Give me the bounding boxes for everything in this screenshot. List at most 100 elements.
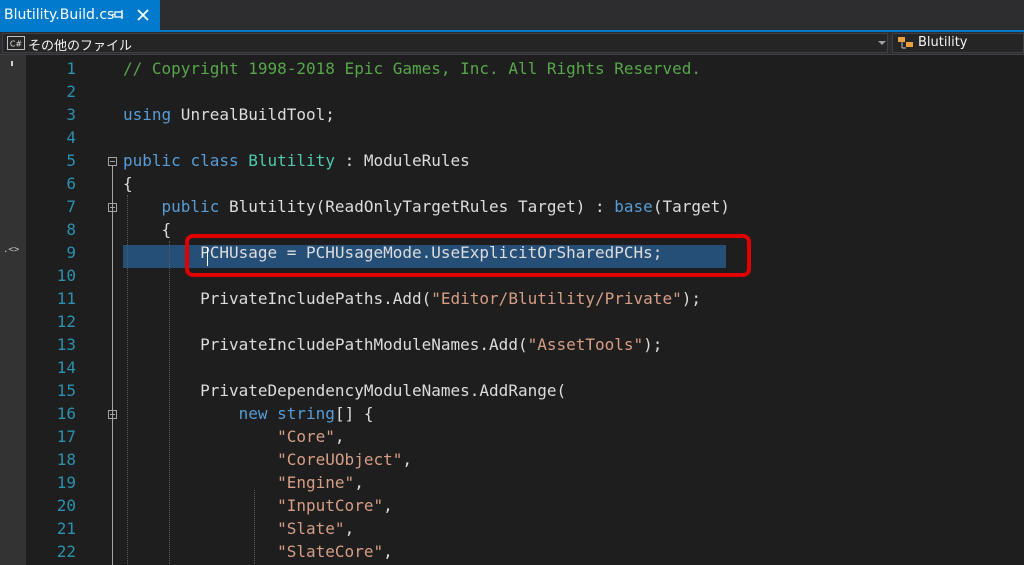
margin-mark xyxy=(11,61,13,66)
svg-text:C#: C# xyxy=(10,40,23,49)
collapse-icon[interactable] xyxy=(108,203,117,212)
project-name: その他のファイル xyxy=(28,39,133,54)
code-token: Blutility xyxy=(248,151,335,170)
line-number: 8 xyxy=(66,220,76,239)
code-token: PrivateDependencyModuleNames.AddRange( xyxy=(123,381,567,400)
code-line[interactable]: using UnrealBuildTool; xyxy=(123,103,335,126)
code-editor[interactable]: .<> 1 2 3 4 5 6 7 8 9 10 11 12 13 14 15 16 17 18 19 20 21 22 … xyxy=(0,55,1024,565)
outlining-margin xyxy=(104,55,124,565)
code-token: "InputCore" xyxy=(277,496,384,515)
fold-guide-line xyxy=(112,165,113,565)
line-number: 9 xyxy=(66,243,76,262)
collapse-icon[interactable] xyxy=(108,157,117,166)
code-token: { xyxy=(123,220,172,239)
line-number: 2 xyxy=(66,82,76,101)
csharp-file-icon: C# xyxy=(7,36,25,50)
line-number: 10 xyxy=(56,266,76,285)
code-line[interactable]: { xyxy=(123,218,172,241)
peek-marker[interactable]: .<> xyxy=(3,245,19,255)
line-number: 21 xyxy=(56,519,76,538)
code-token: // Copyright 1998-2018 Epic Games, Inc. … xyxy=(123,59,701,78)
type-dropdown[interactable]: Blutility xyxy=(892,33,1024,53)
code-line[interactable]: new string[] { xyxy=(123,402,374,425)
code-line[interactable]: "CoreUObject", xyxy=(123,448,412,471)
code-area[interactable]: // Copyright 1998-2018 Epic Games, Inc. … xyxy=(123,55,1023,565)
code-token: "Editor/Blutility/Private" xyxy=(431,289,682,308)
code-line[interactable]: "Engine", xyxy=(123,471,364,494)
code-token: "CoreUObject" xyxy=(277,450,403,469)
code-token: [] { xyxy=(334,404,374,423)
line-number: 7 xyxy=(66,197,76,216)
document-tab-title: Blutility.Build.cs xyxy=(4,7,115,23)
code-token: "Engine" xyxy=(277,473,355,492)
class-icon xyxy=(898,37,913,49)
code-token: ); xyxy=(681,289,701,308)
code-line[interactable]: { xyxy=(123,172,133,195)
collapse-icon[interactable] xyxy=(108,410,117,419)
code-token: new xyxy=(238,404,268,423)
code-token: { xyxy=(123,174,133,193)
code-token: , xyxy=(402,450,412,469)
line-number: 3 xyxy=(66,105,76,124)
code-line[interactable]: public Blutility(ReadOnlyTargetRules Tar… xyxy=(123,195,730,218)
highlight-annotation-box xyxy=(185,234,751,277)
code-line[interactable]: "SlateCore", xyxy=(123,540,393,563)
line-number: 5 xyxy=(66,151,76,170)
line-number: 19 xyxy=(56,473,76,492)
pin-icon[interactable] xyxy=(110,7,128,23)
close-icon[interactable] xyxy=(134,6,152,24)
line-number: 13 xyxy=(56,335,76,354)
code-token: UnrealBuildTool; xyxy=(171,105,335,124)
code-token: , xyxy=(344,519,355,538)
line-number: 1 xyxy=(66,59,76,78)
code-line[interactable]: // Copyright 1998-2018 Epic Games, Inc. … xyxy=(123,57,701,80)
line-number: 20 xyxy=(56,496,76,515)
line-number: 12 xyxy=(56,312,76,331)
code-token: public xyxy=(123,151,181,170)
code-token: "AssetTools" xyxy=(527,335,644,354)
code-line[interactable]: public class Blutility : ModuleRules xyxy=(123,149,470,172)
code-line[interactable]: PrivateDependencyModuleNames.AddRange( xyxy=(123,379,566,402)
line-number: 6 xyxy=(66,174,76,193)
code-line[interactable]: PrivateIncludePathModuleNames.Add("Asset… xyxy=(123,333,662,356)
project-dropdown[interactable]: C# その他のファイル xyxy=(2,33,888,54)
document-tab[interactable]: Blutility.Build.cs xyxy=(0,0,160,30)
line-number: 17 xyxy=(56,427,76,446)
code-token: PrivateIncludePathModuleNames.Add( xyxy=(123,335,528,354)
code-token: PrivateIncludePaths.Add( xyxy=(123,289,432,308)
indicator-margin: .<> xyxy=(0,55,26,565)
navigation-bar: C# その他のファイル Blutility xyxy=(0,32,1024,55)
code-token: , xyxy=(334,427,345,446)
code-token: "SlateCore" xyxy=(277,542,384,561)
code-line[interactable]: "InputCore", xyxy=(123,494,393,517)
line-number: 4 xyxy=(66,128,76,147)
code-line[interactable]: "Core", xyxy=(123,425,345,448)
code-token: ); xyxy=(643,335,663,354)
code-line[interactable]: "Slate", xyxy=(123,517,354,540)
code-token: , xyxy=(383,496,393,515)
code-token: base xyxy=(614,197,653,216)
code-token: , xyxy=(354,473,364,492)
line-number: 22 xyxy=(56,542,76,561)
chevron-down-icon[interactable] xyxy=(877,38,887,48)
line-number: 14 xyxy=(56,358,76,377)
code-line[interactable]: PrivateIncludePaths.Add("Editor/Blutilit… xyxy=(123,287,701,310)
code-token: Blutility(ReadOnlyTargetRules Target) : xyxy=(219,197,615,216)
line-number: 15 xyxy=(56,381,76,400)
code-token: (Target) xyxy=(652,197,730,216)
code-token: "Core" xyxy=(277,427,335,446)
type-name: Blutility xyxy=(918,35,968,50)
code-token: "Slate" xyxy=(277,519,345,538)
line-number: 18 xyxy=(56,450,76,469)
